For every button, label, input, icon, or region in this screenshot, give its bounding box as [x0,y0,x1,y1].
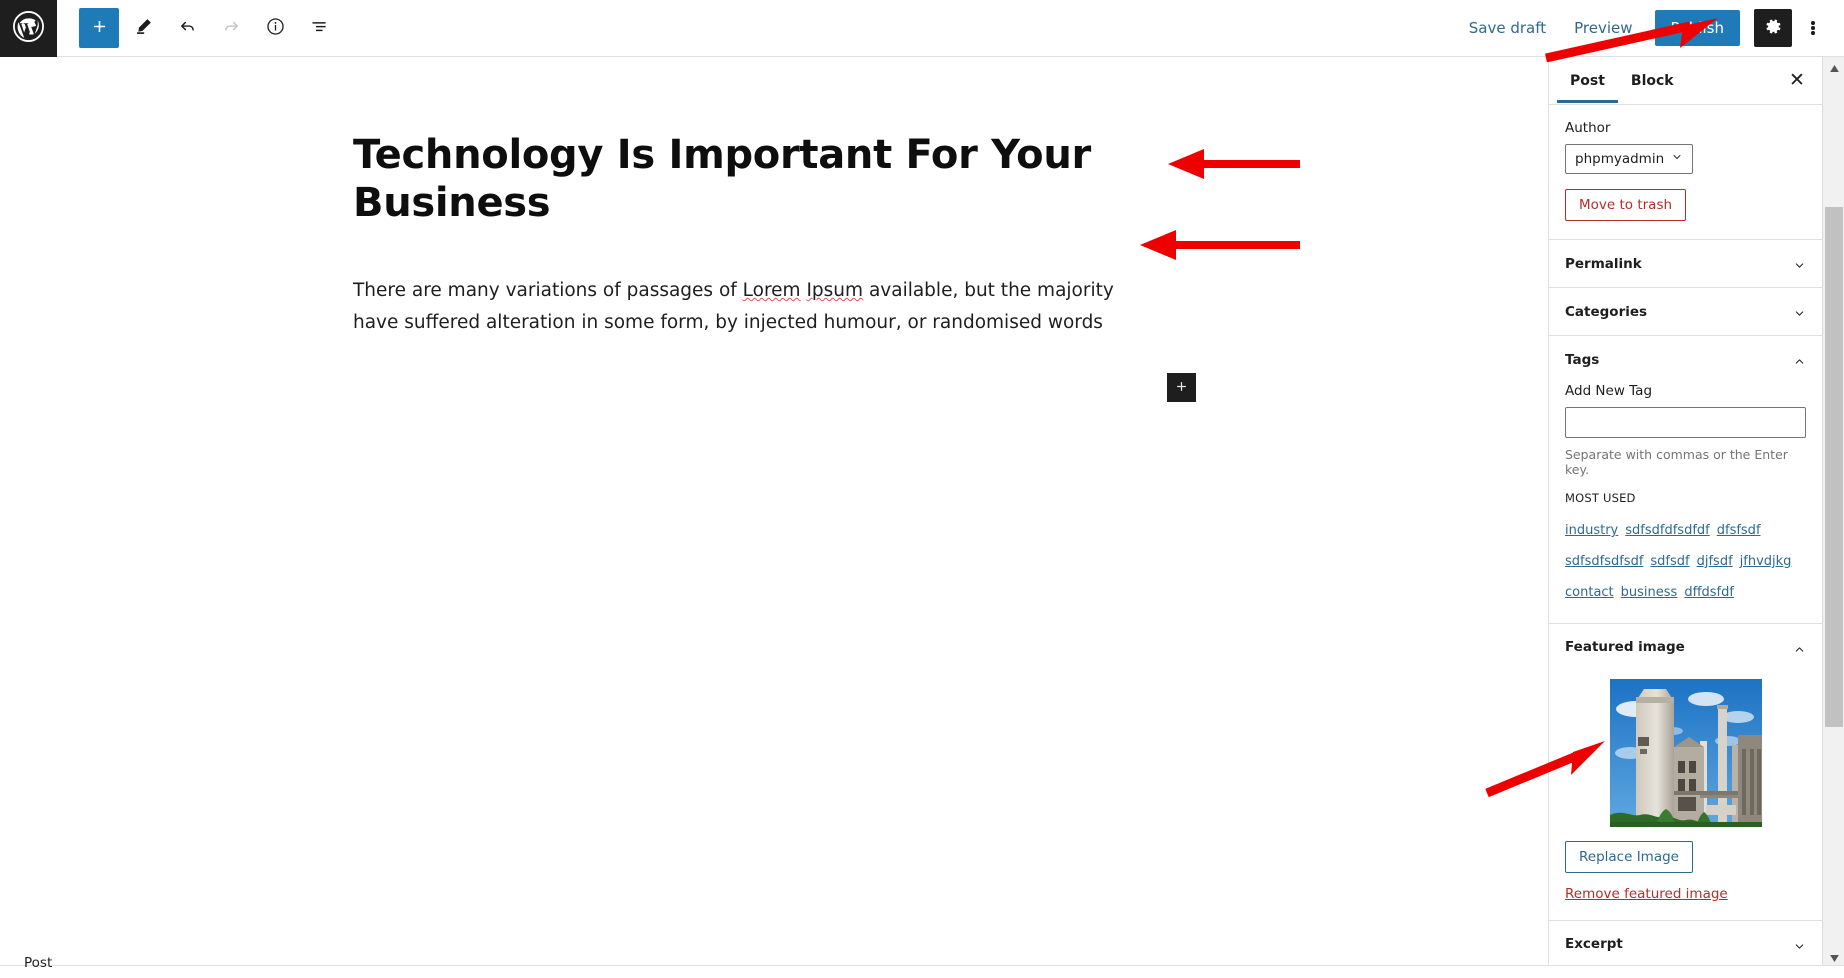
featured-image-section: Featured image Replace Image Remove feat… [1549,624,1822,921]
settings-button[interactable] [1754,9,1792,47]
tags-body: Add New Tag Separate with commas or the … [1565,383,1806,623]
tags-section-toggle[interactable]: Tags [1565,336,1806,383]
chevron-down-icon [1671,151,1683,167]
remove-featured-image-link[interactable]: Remove featured image [1565,886,1806,902]
add-block-toggle-button[interactable] [79,8,119,48]
sidebar-scrollbar[interactable] [1822,57,1844,965]
status-bar: Post [0,948,1844,978]
paragraph-text-1: There are many variations of passages of [353,280,743,301]
save-draft-button[interactable]: Save draft [1455,11,1560,45]
tags-section: Tags Add New Tag Separate with commas or… [1549,336,1822,624]
post-title[interactable]: Technology Is Important For Your Busines… [353,131,1153,227]
permalink-section-toggle[interactable]: Permalink [1565,240,1806,287]
chevron-down-icon [1793,257,1806,270]
wordpress-logo [12,10,45,47]
add-new-tag-input[interactable] [1565,407,1806,438]
kebab-menu-icon [1811,20,1815,37]
tag-link[interactable]: business [1621,585,1678,600]
tag-link[interactable]: djfsdf [1697,554,1733,569]
categories-section-toggle[interactable]: Categories [1565,288,1806,335]
tag-link[interactable]: sdfsdfsdfsdf [1565,554,1643,569]
featured-image-section-toggle[interactable]: Featured image [1565,624,1806,671]
status-bar-label: Post [24,955,53,971]
plus-icon [1174,379,1189,397]
gear-icon [1764,17,1783,39]
post-paragraph-block[interactable]: There are many variations of passages of… [353,275,1143,339]
permalink-title: Permalink [1565,255,1642,272]
tag-link[interactable]: contact [1565,585,1614,600]
featured-image-title: Featured image [1565,639,1685,656]
categories-title: Categories [1565,303,1648,320]
move-to-trash-button[interactable]: Move to trash [1565,189,1687,221]
chevron-down-icon [1793,305,1806,318]
tags-title: Tags [1565,351,1600,368]
top-toolbar: Save draft Preview Publish [0,0,1844,57]
details-info-button[interactable] [255,8,295,48]
sidebar-content: Author phpmyadmin Move to trash Permalin… [1549,105,1822,965]
author-label: Author [1565,120,1611,136]
tag-link[interactable]: industry [1565,523,1618,538]
publish-button[interactable]: Publish [1654,10,1740,46]
tag-link[interactable]: dfsfsdf [1717,523,1761,538]
tag-link[interactable]: jfhvdjkg [1740,554,1792,569]
tag-link[interactable]: dffdsfdf [1684,585,1734,600]
most-used-label: MOST USED [1565,491,1636,505]
undo-arrow-icon [177,16,198,40]
sidebar-tablist: Post Block ✕ [1549,57,1822,105]
misspelled-word-ipsum: Ipsum [806,280,864,301]
plus-icon [90,17,109,39]
scroll-up-button[interactable] [1823,57,1844,75]
chevron-up-icon [1793,353,1806,366]
tag-link[interactable]: sdfsdf [1650,554,1689,569]
categories-section: Categories [1549,288,1822,336]
list-view-icon [309,16,330,40]
replace-image-button[interactable]: Replace Image [1565,840,1693,873]
most-used-tag-list: industry sdfsdfdfsdfdf dfsfsdf sdfsdfsdfsd… [1565,513,1806,607]
featured-image-body: Replace Image Remove featured image [1565,678,1806,920]
close-sidebar-button[interactable]: ✕ [1780,64,1814,98]
undo-button[interactable] [167,8,207,48]
triangle-up-icon [1829,57,1839,76]
post-settings-sidebar: Post Block ✕ Author phpmyadmin Move to t… [1548,57,1822,965]
tools-pencil-button[interactable] [123,8,163,48]
top-actions-group: Save draft Preview Publish [1455,9,1844,47]
redo-button[interactable] [211,8,251,48]
tab-block[interactable]: Block [1618,59,1687,102]
featured-image-thumbnail[interactable] [1609,678,1762,827]
editor-canvas: Technology Is Important For Your Busines… [0,57,1548,965]
tab-post[interactable]: Post [1557,59,1618,103]
list-view-button[interactable] [299,8,339,48]
more-options-button[interactable] [1796,9,1830,47]
tags-help-text: Separate with commas or the Enter key. [1565,447,1788,477]
author-value: phpmyadmin [1575,151,1665,167]
redo-arrow-icon [221,16,242,40]
pencil-icon [133,16,154,40]
misspelled-word-lorem: Lorem [742,280,801,301]
tag-link[interactable]: sdfsdfdfsdfdf [1625,523,1709,538]
info-circle-icon [265,16,286,40]
author-select[interactable]: phpmyadmin [1565,144,1694,174]
permalink-section: Permalink [1549,240,1822,288]
add-new-tag-label: Add New Tag [1565,383,1653,399]
wordpress-logo-button[interactable] [0,0,57,57]
chevron-up-icon [1793,641,1806,654]
author-section: Author phpmyadmin Move to trash [1549,105,1822,240]
editor-tools-group [57,8,339,48]
scrollbar-thumb[interactable] [1825,207,1843,727]
close-icon: ✕ [1789,70,1805,91]
inline-add-block-button[interactable] [1167,373,1196,402]
preview-button[interactable]: Preview [1560,11,1646,45]
